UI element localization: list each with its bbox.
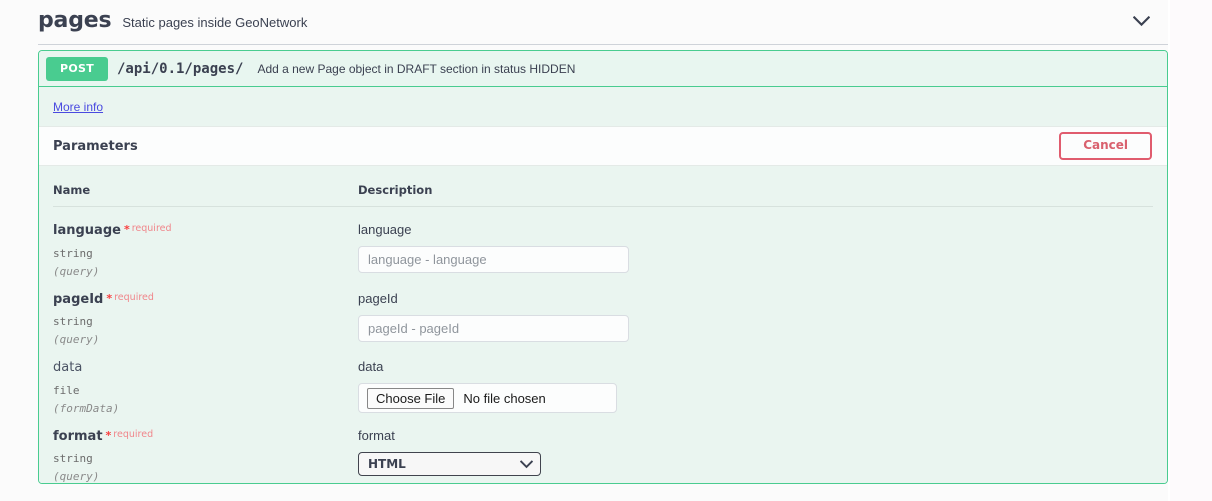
parameter-location: (formData) xyxy=(53,401,120,415)
parameter-location: (query) xyxy=(53,470,100,484)
column-header-name: Name xyxy=(53,166,358,207)
page-right-edge xyxy=(1170,0,1212,501)
parameter-name-text: data xyxy=(53,360,83,376)
parameter-name: pageId * required xyxy=(53,292,358,308)
required-label: required xyxy=(114,291,154,303)
required-label: required xyxy=(113,428,154,440)
more-info-link[interactable]: More info xyxy=(53,100,103,114)
parameter-name: format * required xyxy=(53,429,358,445)
operation-summary[interactable]: POST /api/0.1/pages/ Add a new Page obje… xyxy=(39,51,1167,87)
parameter-location: (query) xyxy=(53,264,100,278)
parameter-description-cell: language xyxy=(358,207,1153,278)
required-label: required xyxy=(131,223,172,234)
parameter-name: data xyxy=(53,360,358,376)
parameter-type: file xyxy=(53,383,80,397)
parameter-name-cell: pageId * required string (query) xyxy=(53,278,358,347)
parameter-description: language xyxy=(358,222,412,237)
parameter-type: string xyxy=(53,315,93,329)
parameter-name: language * required xyxy=(53,223,358,239)
required-star-icon: * xyxy=(105,428,112,442)
operation-path: /api/0.1/pages/ xyxy=(117,60,244,77)
column-header-description: Description xyxy=(358,166,1153,207)
file-status-text: No file chosen xyxy=(463,390,546,406)
parameter-description-cell: format HTML xyxy=(358,415,1153,484)
operation-block-post-pages: POST /api/0.1/pages/ Add a new Page obje… xyxy=(38,50,1168,485)
chevron-down-icon[interactable] xyxy=(1128,8,1154,34)
format-select[interactable]: HTML xyxy=(358,452,541,477)
parameter-description: data xyxy=(358,359,384,375)
http-method-badge: POST xyxy=(46,56,108,81)
tag-header[interactable]: pages Static pages inside GeoNetwork xyxy=(0,0,1212,44)
parameter-description: pageId xyxy=(358,290,398,306)
swagger-page: pages Static pages inside GeoNetwork POS… xyxy=(0,0,1212,501)
parameter-description-cell: pageId xyxy=(358,278,1153,347)
parameter-type: string xyxy=(53,246,93,260)
table-row: language * required string (query) languag… xyxy=(53,207,1153,278)
parameter-name-text: pageId xyxy=(53,291,104,307)
parameter-type: string xyxy=(53,452,93,466)
format-select-wrap[interactable]: HTML xyxy=(358,452,541,477)
parameter-name-cell: language * required string (query) xyxy=(53,207,358,278)
table-row: data file (formData) data Choose File No… xyxy=(53,346,1153,415)
parameters-table: Name Description language * required strin… xyxy=(53,166,1153,483)
parameter-name-cell: format * required string (query) xyxy=(53,415,358,484)
parameter-name-cell: data file (formData) xyxy=(53,346,358,415)
parameter-description-cell: data Choose File No file chosen xyxy=(358,346,1153,415)
more-info-row: More info xyxy=(39,87,1167,126)
tag-name: pages xyxy=(38,8,112,33)
table-header-row: Name Description xyxy=(53,166,1153,207)
language-input[interactable] xyxy=(358,246,629,274)
parameter-location: (query) xyxy=(53,333,100,347)
parameters-header: Parameters Cancel xyxy=(39,126,1167,166)
operation-summary-text: Add a new Page object in DRAFT section i… xyxy=(257,61,576,76)
parameter-name-text: language xyxy=(53,223,121,238)
choose-file-button[interactable]: Choose File xyxy=(367,387,455,410)
required-star-icon: * xyxy=(123,223,130,236)
page-right-divider xyxy=(1168,0,1170,501)
cancel-button[interactable]: Cancel xyxy=(1059,132,1152,160)
parameter-description: format xyxy=(358,427,395,443)
tag-description: Static pages inside GeoNetwork xyxy=(122,15,308,30)
required-star-icon: * xyxy=(106,291,113,305)
operation-body: More info Parameters Cancel Name Descrip… xyxy=(39,87,1167,484)
parameters-table-wrap: Name Description language * required strin… xyxy=(39,166,1167,484)
parameter-name-text: format xyxy=(53,428,103,444)
tag-divider xyxy=(38,44,1168,45)
data-file-input[interactable]: Choose File No file chosen xyxy=(358,383,617,414)
table-row: format * required string (query) format HT… xyxy=(53,415,1153,484)
table-row: pageId * required string (query) pageId xyxy=(53,278,1153,347)
parameters-title: Parameters xyxy=(53,138,138,154)
pageid-input[interactable] xyxy=(358,314,629,342)
